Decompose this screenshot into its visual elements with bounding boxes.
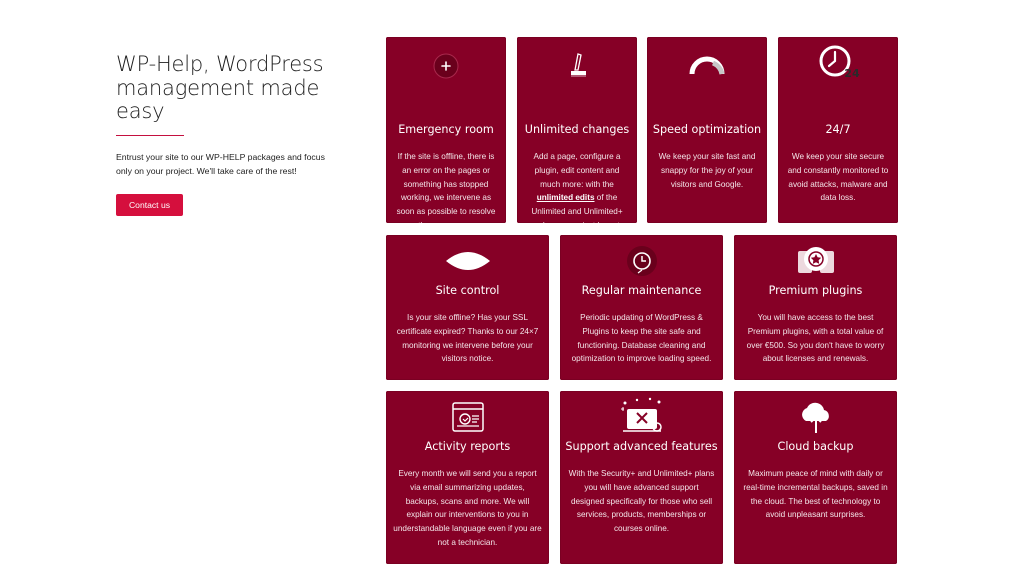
card-description: You will have access to the best Premium… xyxy=(746,313,885,364)
card-title: 24/7 xyxy=(825,123,851,136)
card-emergency-room: Emergency room If the site is offline, t… xyxy=(386,37,506,223)
plus-circle-icon xyxy=(386,51,506,81)
card-description: Is your site offline? Has your SSL certi… xyxy=(396,313,539,364)
card-title: Premium plugins xyxy=(768,284,863,297)
card-description: If the site is offline, there is an erro… xyxy=(396,152,496,223)
card-title: Activity reports xyxy=(424,440,511,453)
card-title: Support advanced features xyxy=(565,440,718,453)
card-site-control: Site control Is your site offline? Has y… xyxy=(386,235,549,380)
page-title: WP-Help, WordPress management made easy xyxy=(116,52,324,123)
hero-section: WP-Help, WordPress management made easy … xyxy=(116,52,346,216)
description-text-before: Add a page, configure a plugin, edit con… xyxy=(533,152,621,189)
card-activity-reports: Activity reports Every month we will sen… xyxy=(386,391,549,564)
card-description: Periodic updating of WordPress & Plugins… xyxy=(571,313,712,364)
report-window-icon xyxy=(386,399,549,435)
card-title: Cloud backup xyxy=(777,440,854,453)
support-tools-icon xyxy=(560,397,723,435)
cloud-upload-icon xyxy=(734,399,897,435)
card-title: Speed optimization xyxy=(652,123,762,136)
speedometer-icon xyxy=(647,51,767,81)
clock-24-text: 24 xyxy=(844,67,860,80)
clock-24-icon: 24 xyxy=(778,43,898,81)
card-description: Every month we will send you a report vi… xyxy=(393,469,542,547)
contact-us-button[interactable]: Contact us xyxy=(116,193,183,216)
maintenance-clock-icon xyxy=(560,243,723,279)
brush-icon xyxy=(517,51,637,81)
unlimited-edits-link[interactable]: unlimited edits xyxy=(537,193,595,202)
title-divider xyxy=(116,134,184,136)
card-title: Regular maintenance xyxy=(581,284,702,297)
card-speed-optimization: Speed optimization We keep your site fas… xyxy=(647,37,767,223)
card-support-advanced-features: Support advanced features With the Secur… xyxy=(560,391,723,564)
premium-badge-icon xyxy=(734,243,897,279)
card-description: Add a page, configure a plugin, edit con… xyxy=(524,150,630,223)
card-unlimited-changes: Unlimited changes Add a page, configure … xyxy=(517,37,637,223)
card-24-7: 24 24/7 We keep your site secure and con… xyxy=(778,37,898,223)
hero-description: Entrust your site to our WP-HELP package… xyxy=(116,151,325,176)
card-cloud-backup: Cloud backup Maximum peace of mind with … xyxy=(734,391,897,564)
eye-shape-icon xyxy=(386,243,549,279)
card-title: Site control xyxy=(435,284,500,297)
card-description: We keep your site fast and snappy for th… xyxy=(658,152,756,189)
card-title: Emergency room xyxy=(398,123,494,136)
card-description: Maximum peace of mind with daily or real… xyxy=(743,469,888,520)
card-description: With the Security+ and Unlimited+ plans … xyxy=(568,469,715,534)
card-title: Unlimited changes xyxy=(524,123,630,136)
card-regular-maintenance: Regular maintenance Periodic updating of… xyxy=(560,235,723,380)
card-premium-plugins: Premium plugins You will have access to … xyxy=(734,235,897,380)
card-description: We keep your site secure and constantly … xyxy=(787,152,889,203)
